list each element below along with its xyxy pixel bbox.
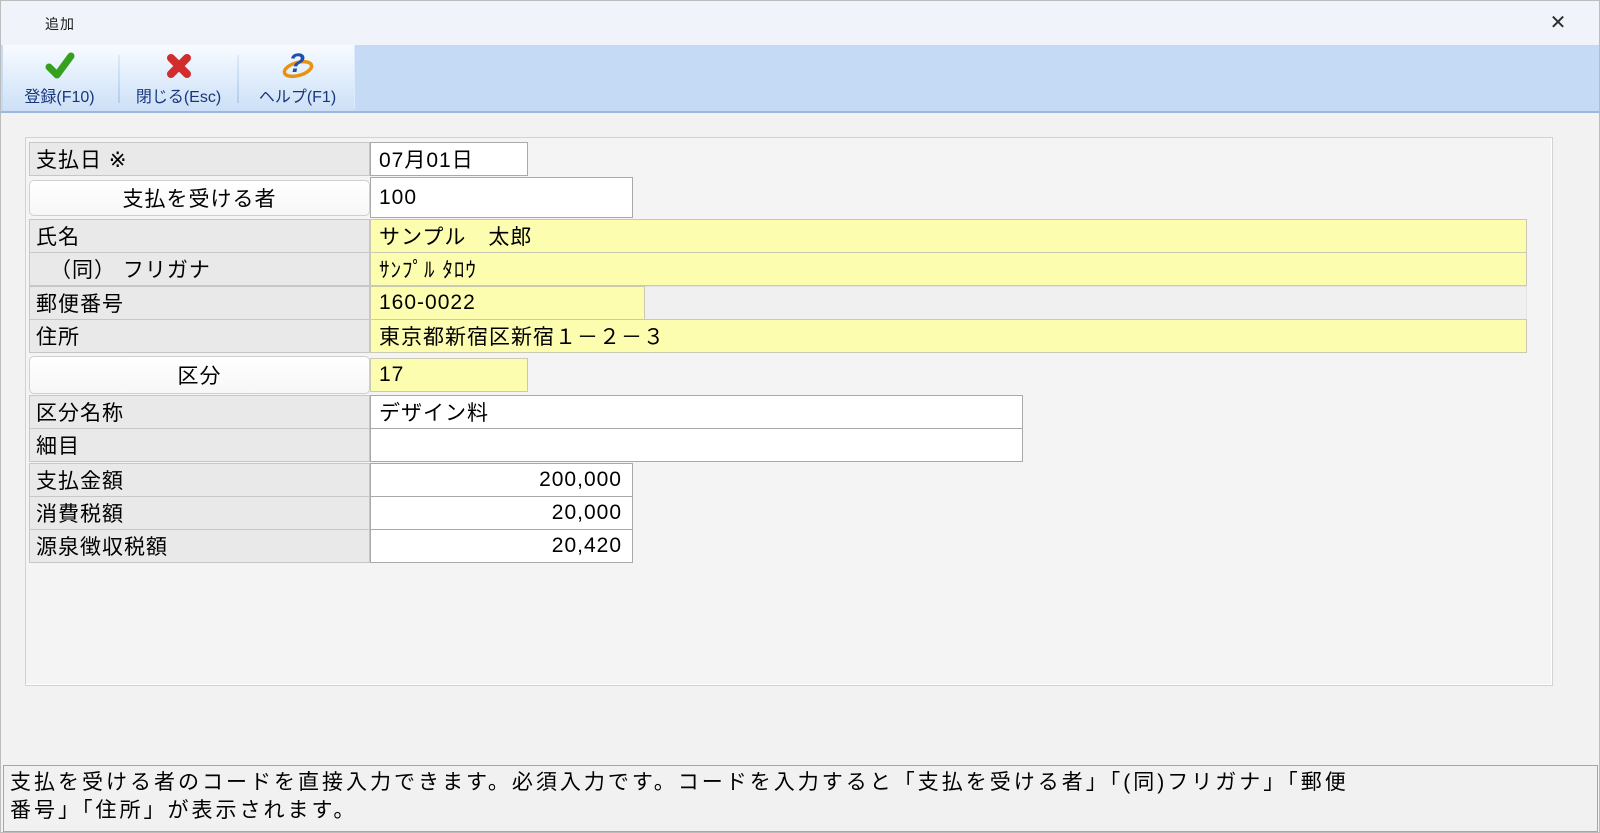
form-row: 支払金額 200,000	[29, 463, 633, 497]
window-title: 追加	[45, 16, 75, 32]
close-dialog-button-label: 閉じる(Esc)	[135, 89, 222, 106]
furigana-label: （同） フリガナ	[29, 252, 370, 286]
address-label: 住所	[29, 319, 370, 353]
form-row: 細目	[29, 428, 1023, 462]
postal-code-field[interactable]: 160-0022	[370, 286, 645, 320]
red-x-icon	[165, 51, 193, 81]
consumption-tax-label: 消費税額	[29, 496, 370, 530]
help-button[interactable]: ? ヘルプ(F1)	[241, 45, 354, 111]
address-field[interactable]: 東京都新宿区新宿１－２－３	[370, 319, 1527, 353]
payee-lookup-button[interactable]: 支払を受ける者	[29, 179, 370, 216]
form-row: 支払を受ける者 100	[29, 177, 633, 218]
form-row: 住所 東京都新宿区新宿１－２－３	[29, 319, 1527, 353]
payee-code-input[interactable]: 100	[370, 177, 633, 218]
help-button-label: ヘルプ(F1)	[258, 89, 337, 106]
category-name-field[interactable]: デザイン料	[370, 395, 1023, 429]
category-lookup-button[interactable]: 区分	[29, 356, 370, 394]
form-row: 郵便番号 160-0022	[29, 286, 1527, 320]
add-dialog-window: 追加 ✕ 登録(F10) 閉じる(Esc) ? ヘルプ(F1) 支払日 ※ 07…	[0, 0, 1600, 833]
register-button-label: 登録(F10)	[24, 89, 95, 106]
furigana-field[interactable]: ｻﾝﾌﾟﾙ ﾀﾛｳ	[370, 252, 1527, 286]
payment-amount-label: 支払金額	[29, 463, 370, 497]
toolbar: 登録(F10) 閉じる(Esc) ? ヘルプ(F1)	[1, 45, 1599, 113]
form-row: 消費税額 20,000	[29, 496, 633, 530]
form-row: 源泉徴収税額 20,420	[29, 529, 633, 563]
toolbar-divider	[237, 55, 239, 103]
form-row: 支払日 ※ 07月01日	[29, 142, 528, 176]
close-dialog-button[interactable]: 閉じる(Esc)	[122, 45, 235, 111]
form-row: 区分名称 デザイン料	[29, 395, 1023, 429]
form-row: （同） フリガナ ｻﾝﾌﾟﾙ ﾀﾛｳ	[29, 252, 1527, 286]
withholding-tax-label: 源泉徴収税額	[29, 529, 370, 563]
withholding-tax-input[interactable]: 20,420	[370, 529, 633, 563]
name-field[interactable]: サンプル 太郎	[370, 219, 1527, 253]
form-row: 氏名 サンプル 太郎	[29, 219, 1527, 253]
close-icon[interactable]: ✕	[1543, 9, 1573, 37]
detail-field[interactable]	[370, 428, 1023, 462]
name-label: 氏名	[29, 219, 370, 253]
consumption-tax-input[interactable]: 20,000	[370, 496, 633, 530]
payment-amount-input[interactable]: 200,000	[370, 463, 633, 497]
status-text-line-2: 番号」「住所」が表示されます。	[10, 799, 358, 822]
postal-code-filler	[645, 286, 1527, 320]
status-bar: 支払を受ける者のコードを直接入力できます。必須入力です。コードを入力すると「支払…	[3, 765, 1598, 832]
toolbar-divider	[118, 55, 120, 103]
postal-code-label: 郵便番号	[29, 286, 370, 320]
register-button[interactable]: 登録(F10)	[3, 45, 116, 111]
form-panel: 支払日 ※ 07月01日 支払を受ける者 100 氏名 サンプル 太郎 （同） …	[25, 137, 1553, 686]
detail-label: 細目	[29, 428, 370, 462]
payment-date-input[interactable]: 07月01日	[370, 142, 528, 176]
category-name-label: 区分名称	[29, 395, 370, 429]
form-row: 区分 17	[29, 356, 528, 394]
toolbar-button-panel: 登録(F10) 閉じる(Esc) ? ヘルプ(F1)	[3, 45, 355, 111]
status-text-line-1: 支払を受ける者のコードを直接入力できます。必須入力です。コードを入力すると「支払…	[10, 771, 1349, 794]
check-icon	[44, 51, 76, 81]
title-bar: 追加 ✕	[1, 1, 1599, 45]
help-question-icon: ?	[281, 48, 315, 81]
category-code-input[interactable]: 17	[370, 358, 528, 392]
payment-date-label: 支払日 ※	[29, 142, 370, 176]
